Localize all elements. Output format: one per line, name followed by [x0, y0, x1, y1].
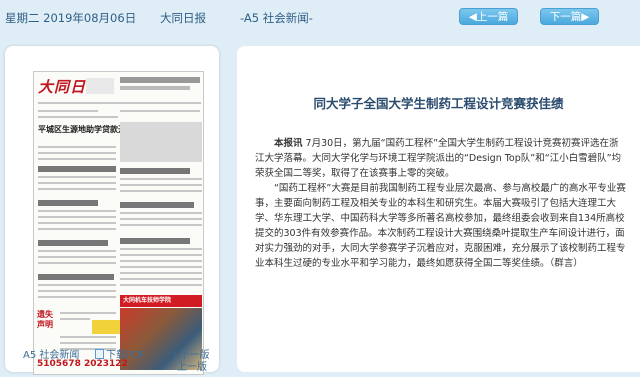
thumb-text-line: [120, 190, 202, 192]
thumb-text-line: [38, 188, 116, 190]
thumb-rule: [38, 102, 201, 104]
thumb-subhead: [120, 202, 194, 208]
thumb-subhead: [38, 240, 108, 246]
article-paragraph-1-text: 7月30日，第九届“国药工程杯”全国大学生制药工程设计竞赛初赛评选在浙江大学落幕…: [255, 138, 622, 179]
thumb-text-line: [38, 152, 116, 154]
thumb-subhead: [38, 166, 116, 172]
newspaper-panel: 大同日报 平城区生源地助学贷款开始办理啦! 大同机车技师学院 遗失声明 5105…: [5, 46, 219, 375]
thumb-text-line: [120, 212, 202, 214]
thumb-text-line: [120, 278, 202, 280]
thumb-subhead: [38, 200, 98, 206]
thumb-text-line: [120, 224, 202, 226]
article-lead-label: 本报讯: [274, 138, 303, 149]
thumb-text-line: [38, 256, 116, 258]
thumb-text-line: [38, 210, 116, 212]
thumb-subhead: [120, 168, 190, 174]
thumb-ad-banner: 大同机车技师学院: [120, 295, 202, 307]
thumb-top-line: [120, 77, 200, 83]
article-panel: 同大学子全国大学生制药工程设计竞赛获佳绩 本报讯 7月30日，第九届“国药工程杯…: [237, 46, 640, 372]
prev-article-button[interactable]: ◀上一篇: [459, 8, 518, 25]
next-article-button[interactable]: 下一篇▶: [540, 8, 599, 25]
thumb-text-line: [120, 254, 202, 256]
thumb-text-line: [120, 178, 202, 180]
thumb-text-line: [38, 284, 116, 286]
thumb-text-line: [38, 290, 116, 292]
thumb-text-line: [38, 228, 116, 230]
thumb-text-line: [60, 312, 116, 314]
article-body: 本报讯 7月30日，第九届“国药工程杯”全国大学生制药工程设计竞赛初赛评选在浙江…: [255, 136, 627, 271]
thumb-text-line: [38, 296, 116, 298]
article-paragraph-2: “国药工程杯”大赛是目前我国制药工程专业层次最高、参与高校最广的高水平专业赛事，…: [255, 183, 626, 269]
thumb-text-line: [38, 216, 116, 218]
prev-page-link[interactable]: 上一版: [177, 358, 207, 373]
thumb-text-line: [38, 158, 116, 160]
prev-arrow-icon: ◀: [468, 11, 477, 23]
page-footer-nav: A5 社会新闻 下载PDF | 下一版 上一版: [5, 344, 219, 373]
thumb-subhead: [120, 238, 190, 244]
thumb-photo: [120, 122, 202, 162]
thumb-text-line: [38, 116, 118, 118]
current-section-link[interactable]: A5 社会新闻: [23, 346, 79, 361]
download-pdf-link[interactable]: 下载PDF: [95, 346, 145, 361]
thumb-text-line: [38, 222, 116, 224]
prev-article-label: 上一篇: [476, 11, 509, 23]
thumb-text-line: [120, 218, 202, 220]
next-arrow-icon: ▶: [581, 11, 590, 23]
article-title: 同大学子全国大学生制药工程设计竞赛获佳绩: [313, 96, 564, 111]
pdf-icon: [95, 349, 104, 359]
masthead-badge: [86, 78, 114, 94]
thumb-text-line: [120, 248, 202, 250]
section-title: -A5 社会新闻-: [240, 11, 313, 25]
thumb-text-line: [38, 262, 116, 264]
article-paragraph-1: 本报讯 7月30日，第九届“国药工程杯”全国大学生制药工程设计竞赛初赛评选在浙江…: [255, 136, 627, 181]
thumb-text-line: [38, 146, 116, 148]
paper-name[interactable]: 大同日报: [160, 10, 206, 26]
thumb-text-line: [120, 260, 202, 262]
thumb-text-line: [120, 110, 200, 112]
thumb-text-line: [38, 182, 116, 184]
thumb-text-line: [60, 318, 90, 320]
thumb-text-line: [60, 336, 116, 338]
issue-date: 星期二 2019年08月06日: [5, 11, 137, 25]
newspaper-page-thumbnail[interactable]: 大同日报 平城区生源地助学贷款开始办理啦! 大同机车技师学院 遗失声明 5105…: [33, 71, 204, 375]
top-bar: 星期二 2019年08月06日 大同日报 -A5 社会新闻- ◀上一篇 下一篇▶: [0, 0, 640, 34]
thumb-text-line: [120, 272, 202, 274]
thumb-text-line: [38, 110, 98, 112]
thumb-text-line: [120, 266, 202, 268]
thumb-text-line: [38, 250, 116, 252]
download-pdf-label: 下载PDF: [106, 350, 146, 361]
thumb-yellow-block: [92, 320, 120, 334]
thumb-text-line: [120, 284, 202, 286]
next-article-label: 下一篇: [549, 11, 582, 23]
thumb-text-line: [120, 184, 202, 186]
thumb-text-line: [38, 176, 116, 178]
thumb-subhead: [38, 274, 114, 280]
thumb-top-line-2: [120, 86, 190, 90]
